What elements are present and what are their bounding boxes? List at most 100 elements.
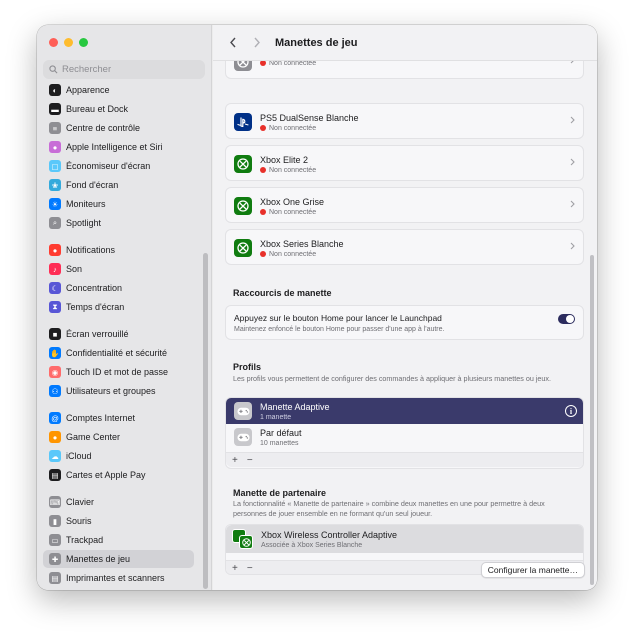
back-button[interactable]	[225, 35, 241, 51]
device-row[interactable]: Xbox Elite 2 Non connectée	[225, 145, 584, 181]
sidebar-item-displays[interactable]: ☀ Moniteurs	[43, 195, 194, 213]
sidebar-item-dock[interactable]: ▬ Bureau et Dock	[43, 100, 194, 118]
profile-row-adaptive[interactable]: Manette Adaptive 1 manette i	[226, 398, 583, 424]
minimize-window-button[interactable]	[64, 38, 73, 47]
sidebar-item-appearance[interactable]: ◐ Apparence	[43, 81, 194, 99]
internet-accounts-icon: @	[49, 412, 61, 424]
chevron-left-icon	[230, 37, 236, 48]
zoom-window-button[interactable]	[79, 38, 88, 47]
search-input[interactable]	[62, 64, 192, 75]
partner-controller-name: Xbox Wireless Controller Adaptive	[261, 529, 398, 540]
sidebar-item-game-center[interactable]: ● Game Center	[43, 428, 194, 446]
device-status: Non connectée	[260, 125, 359, 132]
xbox-icon	[234, 197, 252, 215]
control-center-icon: ≡	[49, 122, 61, 134]
sidebar-item-icloud[interactable]: ☁ iCloud	[43, 447, 194, 465]
device-name: Xbox Series Blanche	[260, 238, 344, 249]
sound-icon: ♪	[49, 263, 61, 275]
xbox-icon	[234, 239, 252, 257]
sidebar-item-label: Apparence	[66, 85, 110, 95]
sidebar-item-trackpad[interactable]: ▭ Trackpad	[43, 531, 194, 549]
main-scrollbar[interactable]	[590, 255, 594, 585]
sidebar-item-spotlight[interactable]: ⌕ Spotlight	[43, 214, 194, 232]
sidebar-item-label: Touch ID et mot de passe	[66, 367, 169, 377]
remove-partner-button[interactable]: −	[247, 563, 253, 574]
appearance-icon: ◐	[49, 84, 61, 96]
users-icon: ⚇	[49, 385, 61, 397]
sidebar-item-focus[interactable]: ☾ Concentration	[43, 279, 194, 297]
search-field[interactable]	[43, 60, 205, 79]
device-row-content: Xbox Elite 2 Non connectée	[226, 146, 585, 182]
device-name: Xbox One Grise	[260, 196, 325, 207]
sidebar-item-privacy[interactable]: ✋ Confidentialité et sécurité	[43, 344, 194, 362]
configure-controller-button[interactable]: Configurer la manette…	[480, 562, 585, 578]
sidebar-item-touch-id[interactable]: ◉ Touch ID et mot de passe	[43, 363, 194, 381]
siri-icon: ●	[49, 141, 61, 153]
sidebar-item-wallet[interactable]: ▤ Cartes et Apple Pay	[43, 466, 194, 484]
sidebar-scrollbar[interactable]	[203, 253, 208, 589]
status-dot-icon	[260, 251, 266, 257]
sidebar-item-label: Trackpad	[66, 535, 104, 545]
status-dot-icon	[260, 209, 266, 215]
sidebar-item-siri[interactable]: ● Apple Intelligence et Siri	[43, 138, 194, 156]
info-icon[interactable]: i	[565, 405, 577, 417]
sidebar-item-mouse[interactable]: ▮ Souris	[43, 512, 194, 530]
sidebar-item-label: Bureau et Dock	[66, 104, 129, 114]
displays-icon: ☀	[49, 198, 61, 210]
sidebar-item-screensaver[interactable]: ▢ Économiseur d'écran	[43, 157, 194, 175]
sidebar-item-label: Centre de contrôle	[66, 123, 141, 133]
partner-controller-sub: Associée à Xbox Series Blanche	[261, 541, 363, 549]
device-row-content: PS5 DualSense Blanche Non connectée	[226, 104, 585, 140]
sidebar-item-screen-time[interactable]: ⧗ Temps d'écran	[43, 298, 194, 316]
sidebar-item-label: Comptes Internet	[66, 413, 136, 423]
sidebar-item-label: Son	[66, 264, 83, 274]
device-text: PS5 DualSense Blanche Non connectée	[260, 113, 359, 132]
sidebar-item-label: Écran verrouillé	[66, 329, 129, 339]
profile-name: Par défaut	[260, 427, 302, 438]
device-row[interactable]: Xbox One Grise Non connectée	[225, 187, 584, 223]
profile-name: Manette Adaptive	[260, 401, 330, 412]
wallet-icon: ▤	[49, 469, 61, 481]
close-window-button[interactable]	[49, 38, 58, 47]
profile-row-default[interactable]: Par défaut 10 manettes	[226, 424, 583, 450]
device-status: Non connectée	[260, 209, 324, 216]
partner-title: Manette de partenaire	[233, 488, 327, 498]
add-profile-button[interactable]: +	[232, 455, 238, 466]
device-status-text: Non connectée	[269, 166, 317, 174]
forward-button[interactable]	[249, 35, 265, 51]
sidebar-item-label: Manettes de jeu	[66, 554, 131, 564]
game-center-icon: ●	[49, 431, 61, 443]
chevron-right-icon	[570, 200, 575, 211]
sidebar-item-keyboard[interactable]: ⌨ Clavier	[43, 493, 194, 511]
sidebar-item-wallpaper[interactable]: ❀ Fond d'écran	[43, 176, 194, 194]
sidebar-item-printer[interactable]: ▤ Imprimantes et scanners	[43, 569, 194, 587]
sidebar-item-sound[interactable]: ♪ Son	[43, 260, 194, 278]
sidebar-item-label: Clavier	[66, 497, 95, 507]
shortcut-row-title: Appuyez sur le bouton Home pour lancer l…	[234, 313, 442, 323]
profile-count: 1 manette	[260, 413, 292, 421]
remove-profile-button[interactable]: −	[247, 455, 253, 466]
shortcuts-title: Raccourcis de manette	[233, 288, 332, 298]
launchpad-toggle[interactable]	[558, 314, 575, 324]
trackpad-icon: ▭	[49, 534, 61, 546]
printer-icon: ▤	[49, 572, 61, 584]
device-row[interactable]: Xbox Series Blanche Non connectée	[225, 229, 584, 265]
partner-controller-row[interactable]: Xbox Wireless Controller Adaptive Associ…	[226, 525, 583, 553]
sidebar-item-game-controller[interactable]: ✚ Manettes de jeu	[43, 550, 194, 568]
sidebar-item-label: Moniteurs	[66, 199, 106, 209]
sidebar-item-label: iCloud	[66, 451, 92, 461]
search-icon	[49, 65, 58, 74]
add-partner-button[interactable]: +	[232, 563, 238, 574]
sidebar-item-control-center[interactable]: ≡ Centre de contrôle	[43, 119, 194, 137]
device-name: Xbox Elite 2	[260, 154, 309, 165]
device-row[interactable]: PS5 DualSense Blanche Non connectée	[225, 103, 584, 139]
sidebar-item-lock-screen[interactable]: ■ Écran verrouillé	[43, 325, 194, 343]
sidebar-item-internet-accounts[interactable]: @ Comptes Internet	[43, 409, 194, 427]
screen-time-icon: ⧗	[49, 301, 61, 313]
device-status-text: Non connectée	[269, 124, 317, 132]
device-status: Non connectée	[260, 251, 344, 258]
chevron-right-icon	[254, 37, 260, 48]
sidebar-item-notifications[interactable]: ● Notifications	[43, 241, 194, 259]
sidebar-item-users[interactable]: ⚇ Utilisateurs et groupes	[43, 382, 194, 400]
device-text: Xbox One Grise Non connectée	[260, 197, 324, 216]
